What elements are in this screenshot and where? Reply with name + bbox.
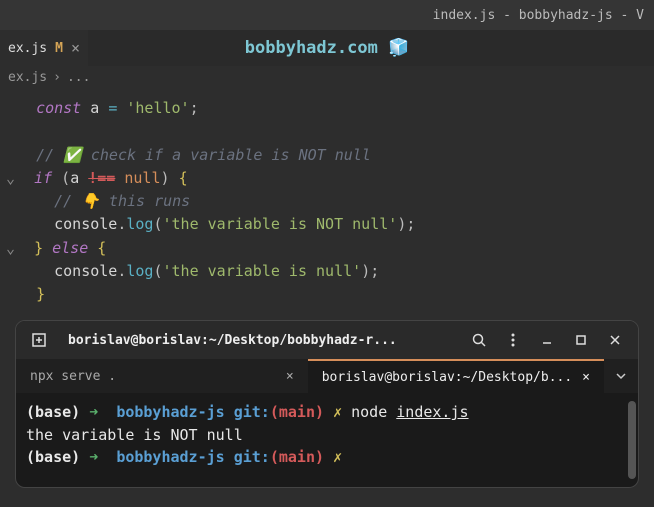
terminal-tab[interactable]: npx serve . ×	[16, 359, 308, 393]
terminal-tab-label: npx serve .	[30, 369, 116, 384]
code-line: }	[18, 283, 636, 306]
code-line: console.log('the variable is NOT null');	[18, 213, 636, 236]
tab-close-icon[interactable]: ×	[286, 369, 294, 384]
terminal-tab-active[interactable]: borislav@borislav:~/Desktop/b... ×	[308, 359, 604, 393]
code-line: console.log('the variable is null');	[18, 260, 636, 283]
close-icon[interactable]	[600, 326, 630, 354]
terminal-tabs: npx serve . × borislav@borislav:~/Deskto…	[16, 359, 638, 393]
minimize-icon[interactable]	[532, 326, 562, 354]
editor-tab-bar: ex.js M × bobbyhadz.com 🧊	[0, 30, 654, 66]
tab-filename: ex.js	[8, 41, 47, 56]
new-tab-button[interactable]	[24, 326, 54, 354]
breadcrumb[interactable]: ex.js › ...	[0, 66, 654, 89]
code-editor[interactable]: const a = 'hello'; // ✅ check if a varia…	[0, 89, 654, 314]
code-line: ⌄ if (a !== null) {	[18, 167, 636, 190]
code-line: // 👇 this runs	[18, 190, 636, 213]
breadcrumb-separator: ›	[53, 70, 61, 85]
terminal-line: the variable is NOT null	[26, 424, 628, 447]
tab-close-icon[interactable]: ×	[582, 370, 590, 385]
terminal-title: borislav@borislav:~/Desktop/bobbyhadz-r.…	[60, 333, 458, 348]
code-line: // ✅ check if a variable is NOT null	[18, 144, 636, 167]
terminal-header: borislav@borislav:~/Desktop/bobbyhadz-r.…	[16, 321, 638, 359]
breadcrumb-file: ex.js	[8, 70, 47, 85]
tab-modified-indicator: M	[55, 41, 63, 56]
code-line: const a = 'hello';	[18, 97, 636, 120]
fold-icon[interactable]: ⌄	[6, 237, 18, 260]
watermark-text: bobbyhadz.com 🧊	[245, 38, 409, 58]
window-title: index.js - bobbyhadz-js - V	[433, 8, 644, 23]
fold-icon[interactable]: ⌄	[6, 167, 18, 190]
editor-tab[interactable]: ex.js M ×	[0, 30, 88, 66]
terminal-line: (base) ➜ bobbyhadz-js git:(main) ✗	[26, 446, 628, 469]
terminal-line: (base) ➜ bobbyhadz-js git:(main) ✗ node …	[26, 401, 628, 424]
search-icon[interactable]	[464, 326, 494, 354]
terminal-body[interactable]: (base) ➜ bobbyhadz-js git:(main) ✗ node …	[16, 393, 638, 487]
code-line	[18, 120, 636, 143]
tab-dropdown-icon[interactable]	[604, 359, 638, 393]
breadcrumb-rest: ...	[67, 70, 90, 85]
menu-icon[interactable]	[498, 326, 528, 354]
title-bar: index.js - bobbyhadz-js - V	[0, 0, 654, 30]
tab-close-icon[interactable]: ×	[71, 39, 80, 57]
maximize-icon[interactable]	[566, 326, 596, 354]
terminal-tab-label: borislav@borislav:~/Desktop/b...	[322, 370, 572, 385]
code-line: ⌄ } else {	[18, 237, 636, 260]
terminal-window: borislav@borislav:~/Desktop/bobbyhadz-r.…	[15, 320, 639, 488]
scrollbar[interactable]	[628, 401, 636, 479]
